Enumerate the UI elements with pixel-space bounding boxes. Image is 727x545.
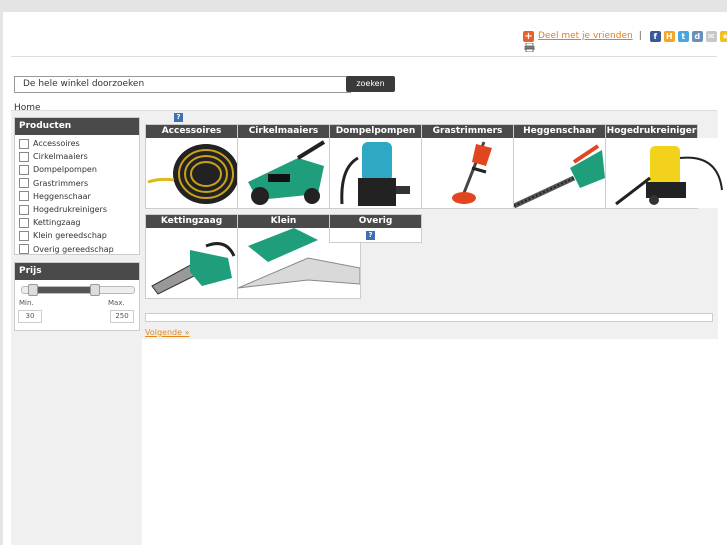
submersible-pump-image — [330, 138, 421, 208]
category-title: Heggenschaar — [514, 125, 605, 138]
hyves-icon[interactable]: H — [663, 30, 675, 42]
products-filter-title: Producten — [15, 118, 139, 135]
category-title: Klein — [238, 215, 329, 228]
category-tile-accessoires[interactable]: Accessoires — [145, 124, 238, 209]
filter-item[interactable]: Grastrimmers — [15, 177, 139, 190]
category-tile-dompelpompen[interactable]: Dompelpompen — [329, 124, 422, 209]
help-icon: ? — [174, 113, 183, 122]
filter-item[interactable]: Hogedrukreinigers — [15, 203, 139, 216]
pressure-washer-image — [606, 138, 727, 208]
checkbox[interactable] — [19, 178, 29, 189]
checkbox[interactable] — [19, 230, 29, 241]
horizontal-scrollbar[interactable] — [145, 313, 713, 322]
filter-item[interactable]: Overig gereedschap — [15, 243, 139, 256]
header-divider — [11, 56, 717, 57]
category-title: Cirkelmaaiers — [238, 125, 329, 138]
grass-trimmer-image — [422, 138, 513, 208]
category-title: Dompelpompen — [330, 125, 421, 138]
filter-item[interactable]: Dompelpompen — [15, 163, 139, 176]
price-max-label: Max. — [108, 299, 125, 307]
share-separator: | — [638, 31, 642, 41]
category-tile-kettingzaag[interactable]: Kettingzaag — [145, 214, 238, 299]
price-filter-title: Prijs — [15, 263, 139, 280]
price-filter-box: Prijs Min. Max. 30 250 — [14, 262, 140, 331]
category-tile-heggenschaar[interactable]: Heggenschaar — [513, 124, 606, 209]
favorite-star-icon[interactable]: ★ — [719, 30, 727, 42]
filter-item-label: Grastrimmers — [33, 178, 89, 188]
search-button[interactable]: zoeken — [346, 76, 395, 92]
category-title: Grastrimmers — [422, 125, 513, 138]
facebook-icon[interactable]: f — [649, 30, 661, 42]
search-input[interactable]: De hele winkel doorzoeken — [14, 76, 351, 93]
filter-item-label: Cirkelmaaiers — [33, 152, 88, 162]
filter-item-label: Accessoires — [33, 139, 80, 149]
filter-item[interactable]: Cirkelmaaiers — [15, 150, 139, 163]
category-tile-grastrimmers[interactable]: Grastrimmers — [421, 124, 514, 209]
hedge-trimmer-image — [514, 138, 605, 208]
filter-item-label: Klein gereedschap — [33, 231, 107, 241]
share-link[interactable]: Deel met je vrienden — [538, 31, 633, 41]
email-icon[interactable]: ✉ — [705, 30, 717, 42]
filter-item[interactable]: Heggenschaar — [15, 190, 139, 203]
price-min-value[interactable]: 30 — [18, 310, 42, 323]
checkbox[interactable] — [19, 138, 29, 149]
filter-item-label: Overig gereedschap — [33, 244, 114, 254]
checkbox[interactable] — [19, 217, 29, 228]
filter-item[interactable]: Kettingzaag — [15, 216, 139, 229]
twitter-icon[interactable]: t — [677, 30, 689, 42]
filter-item-label: Dompelpompen — [33, 165, 97, 175]
next-page-link[interactable]: Volgende » — [145, 328, 189, 337]
filter-item[interactable]: Accessoires — [15, 137, 139, 150]
share-plus-icon[interactable]: + — [523, 30, 534, 42]
delicious-icon[interactable]: d — [691, 30, 703, 42]
checkbox[interactable] — [19, 204, 29, 215]
checkbox[interactable] — [19, 151, 29, 162]
print-icon[interactable] — [524, 43, 535, 52]
products-filter-box: Producten Accessoires Cirkelmaaiers Domp… — [14, 117, 140, 255]
filter-item-label: Kettingzaag — [33, 218, 81, 228]
category-title: Hogedrukreiniger — [606, 125, 697, 138]
category-title: Overig — [330, 215, 421, 228]
category-title: Kettingzaag — [146, 215, 237, 228]
price-slider-min-handle[interactable] — [28, 284, 38, 296]
price-max-value[interactable]: 250 — [110, 310, 134, 323]
filter-item[interactable]: Klein gereedschap — [15, 229, 139, 242]
category-tile-cirkelmaaiers[interactable]: Cirkelmaaiers — [237, 124, 330, 209]
lawn-mower-image — [238, 138, 329, 208]
price-slider-max-handle[interactable] — [90, 284, 100, 296]
checkbox[interactable] — [19, 164, 29, 175]
chainsaw-image — [146, 228, 237, 298]
filter-item-label: Heggenschaar — [33, 191, 91, 201]
category-tile-overig[interactable]: Overig ? — [329, 214, 422, 243]
products-filter-list: Accessoires Cirkelmaaiers Dompelpompen G… — [15, 135, 139, 256]
checkbox[interactable] — [19, 191, 29, 202]
category-tile-hogedrukreiniger[interactable]: Hogedrukreiniger — [605, 124, 727, 209]
sidebar: Producten Accessoires Cirkelmaaiers Domp… — [11, 111, 142, 545]
checkbox[interactable] — [19, 244, 29, 255]
price-min-label: Min. — [19, 299, 34, 307]
filter-item-label: Hogedrukreinigers — [33, 205, 107, 215]
price-slider[interactable] — [21, 284, 135, 296]
price-slider-range — [30, 287, 92, 293]
hose-reel-image — [146, 138, 237, 208]
category-title: Accessoires — [146, 125, 237, 138]
missing-image: ? — [366, 231, 375, 240]
share-bar: + Deel met je vrienden | f H t d ✉ ★ — [523, 30, 727, 42]
